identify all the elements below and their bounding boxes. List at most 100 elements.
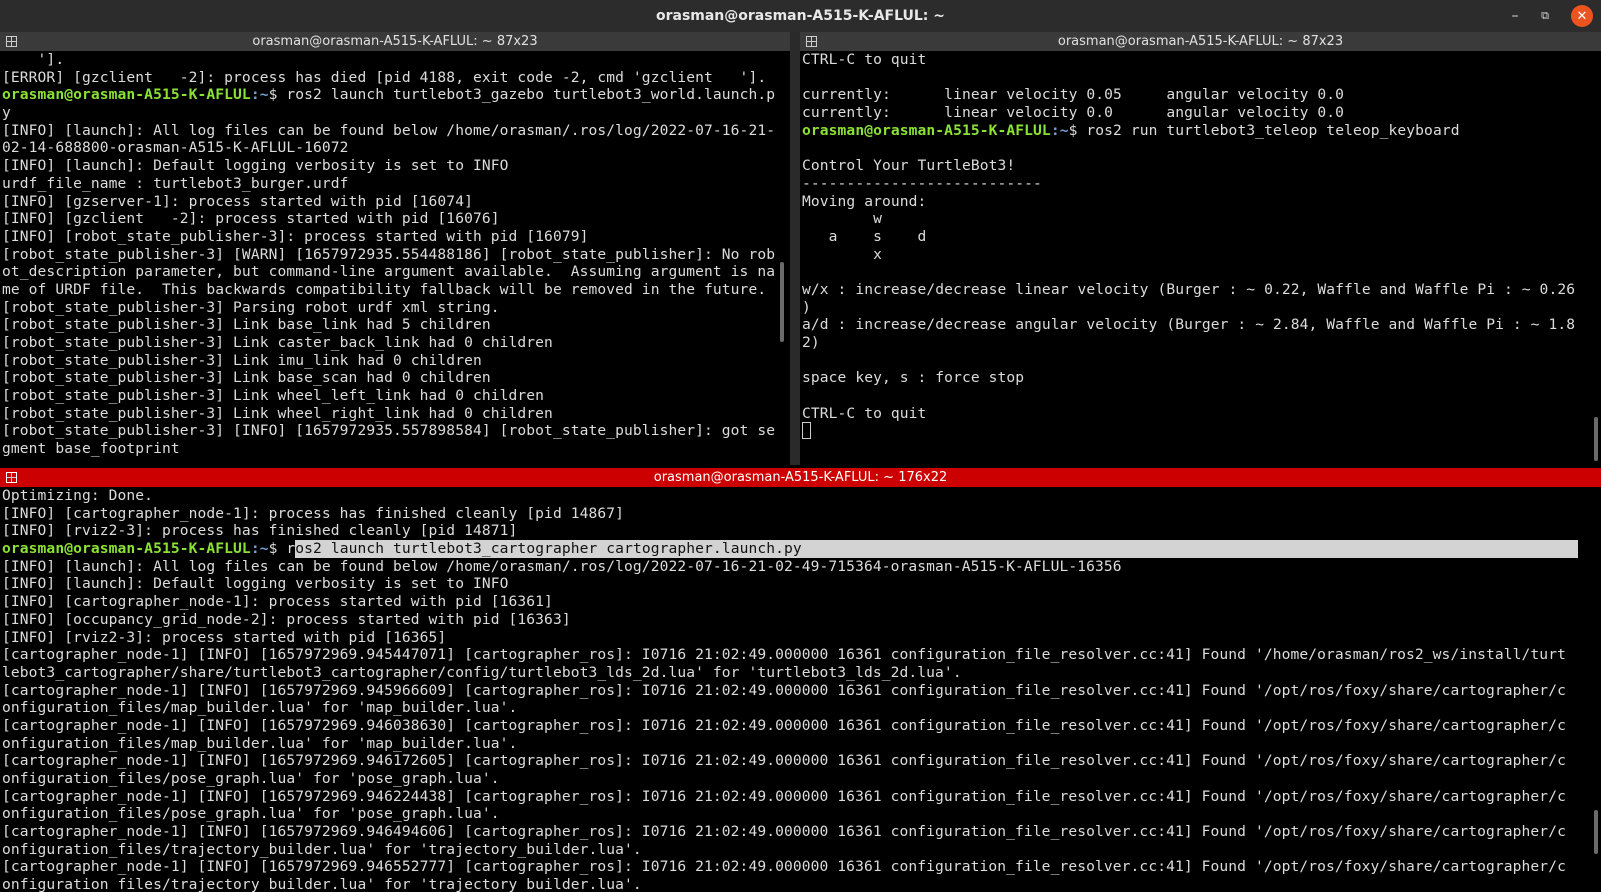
- terminal-line: onfiguration_files/map_builder.lua' for …: [2, 734, 518, 752]
- prompt-command: $ ros2 launch turtlebot3_gazebo turtlebo…: [268, 86, 776, 104]
- minimize-icon[interactable]: –: [1503, 0, 1527, 32]
- terminal-pane-top-right[interactable]: orasman@orasman-A515-K-AFLUL: ~ 87x23 CT…: [800, 32, 1601, 465]
- prompt-user: orasman@orasman-A515-K-AFLUL: [2, 540, 251, 558]
- terminal-line: [cartographer_node-1] [INFO] [1657972969…: [2, 752, 1566, 770]
- pane-titlebar-active[interactable]: orasman@orasman-A515-K-AFLUL: ~ 176x22: [0, 468, 1601, 487]
- split-pane-icon[interactable]: [6, 36, 17, 47]
- terminal-line: a s d: [802, 227, 927, 245]
- terminal-output[interactable]: Optimizing: Done. [INFO] [cartographer_no…: [0, 487, 1601, 892]
- prompt-user: orasman@orasman-A515-K-AFLUL: [802, 121, 1051, 139]
- terminal-line: [INFO] [cartographer_node-1]: process st…: [2, 593, 553, 611]
- terminal-line: onfiguration_files/pose_graph.lua' for '…: [2, 805, 500, 823]
- terminal-line: [INFO] [launch]: All log files can be fo…: [2, 557, 1122, 575]
- scrollbar[interactable]: [1594, 810, 1598, 854]
- pane-divider[interactable]: [790, 32, 800, 465]
- terminal-line: [robot_state_publisher-3] [INFO] [165797…: [2, 422, 776, 440]
- terminal-line: me of URDF file. This backwards compatib…: [2, 280, 767, 298]
- terminal-line: [INFO] [launch]: All log files can be fo…: [2, 121, 776, 139]
- prompt-path: :~: [250, 86, 269, 104]
- terminal-line: w: [802, 210, 882, 228]
- terminal-line: [INFO] [cartographer_node-1]: process ha…: [2, 504, 625, 522]
- prompt-path: :~: [1050, 121, 1069, 139]
- terminal-line: [INFO] [gzserver-1]: process started wit…: [2, 192, 473, 210]
- terminal-line: currently: linear velocity 0.05 angular …: [802, 86, 1345, 104]
- terminal-line: [INFO] [gzclient -2]: process started wi…: [2, 210, 500, 228]
- terminal-prompt-line: orasman@orasman-A515-K-AFLUL:~$ ros2 run…: [802, 122, 1601, 140]
- terminal-line: Optimizing: Done.: [2, 487, 154, 504]
- prompt-user: orasman@orasman-A515-K-AFLUL: [2, 86, 251, 104]
- terminal-line: Moving around:: [802, 192, 927, 210]
- pane-titlebar[interactable]: orasman@orasman-A515-K-AFLUL: ~ 87x23: [800, 32, 1601, 51]
- prompt-path: :~: [250, 540, 269, 558]
- terminal-line: [INFO] [launch]: Default logging verbosi…: [2, 575, 509, 593]
- terminal-line: Control Your TurtleBot3!: [802, 157, 1016, 175]
- terminal-line: [cartographer_node-1] [INFO] [1657972969…: [2, 823, 1566, 841]
- split-pane-icon[interactable]: [806, 36, 817, 47]
- terminal-line: ---------------------------: [802, 174, 1042, 192]
- terminal-line: [cartographer_node-1] [INFO] [1657972969…: [2, 681, 1566, 699]
- terminal-line: CTRL-C to quit: [802, 51, 927, 68]
- selected-text[interactable]: os2 launch turtlebot3_cartographer carto…: [295, 540, 1579, 558]
- window-title: orasman@orasman-A515-K-AFLUL: ~: [655, 8, 946, 24]
- terminal-pane-top-left[interactable]: orasman@orasman-A515-K-AFLUL: ~ 87x23 ']…: [0, 32, 790, 465]
- terminal-line: [cartographer_node-1] [INFO] [1657972969…: [2, 858, 1566, 876]
- scrollbar[interactable]: [780, 262, 784, 342]
- maximize-icon[interactable]: ⧉: [1533, 0, 1557, 32]
- terminal-line: [INFO] [robot_state_publisher-3]: proces…: [2, 227, 589, 245]
- terminal-line: [INFO] [launch]: Default logging verbosi…: [2, 157, 509, 175]
- terminal-line: ot_description parameter, but command-li…: [2, 263, 776, 281]
- terminal-line: onfiguration_files/trajectory_builder.lu…: [2, 840, 642, 858]
- terminal-line: w/x : increase/decrease linear velocity …: [802, 280, 1576, 298]
- prompt-command: $ ros2 run turtlebot3_teleop teleop_keyb…: [1068, 121, 1460, 139]
- terminal-line: [robot_state_publisher-3] Parsing robot …: [2, 298, 500, 316]
- terminal-line: [robot_state_publisher-3] Link wheel_rig…: [2, 404, 553, 422]
- terminal-line: onfiguration_files/map_builder.lua' for …: [2, 699, 518, 717]
- terminal-line: a/d : increase/decrease angular velocity…: [802, 316, 1576, 334]
- terminal-line: [cartographer_node-1] [INFO] [1657972969…: [2, 716, 1566, 734]
- terminal-line: onfiguration_files/pose_graph.lua' for '…: [2, 770, 500, 787]
- close-icon[interactable]: ✕: [1571, 5, 1593, 27]
- terminal-line: [INFO] [occupancy_grid_node-2]: process …: [2, 610, 571, 628]
- terminal-line: currently: linear velocity 0.0 angular v…: [802, 104, 1345, 122]
- terminal-line: [INFO] [rviz2-3]: process started with p…: [2, 628, 447, 646]
- terminal-line: space key, s : force stop: [802, 369, 1025, 387]
- terminal-line: gment base_footprint: [2, 440, 180, 458]
- split-pane-icon[interactable]: [6, 472, 17, 483]
- terminal-pane-bottom[interactable]: orasman@orasman-A515-K-AFLUL: ~ 176x22 O…: [0, 468, 1601, 892]
- window-titlebar: orasman@orasman-A515-K-AFLUL: ~: [0, 0, 1601, 32]
- terminal-line: ): [802, 298, 811, 316]
- terminal-line: [cartographer_node-1] [INFO] [1657972969…: [2, 787, 1566, 805]
- pane-title: orasman@orasman-A515-K-AFLUL: ~ 176x22: [653, 470, 948, 485]
- terminal-cursor-line: [802, 422, 1601, 440]
- terminal-output[interactable]: ']. [ERROR] [gzclient -2]: process has di…: [0, 51, 790, 458]
- terminal-line: urdf_file_name : turtlebot3_burger.urdf: [2, 174, 349, 192]
- prompt-command: $ r: [268, 540, 296, 558]
- terminal-line: [cartographer_node-1] [INFO] [1657972969…: [2, 646, 1566, 664]
- terminal-line: 02-14-688800-orasman-A515-K-AFLUL-16072: [2, 139, 349, 157]
- terminal-line: [robot_state_publisher-3] Link base_link…: [2, 316, 491, 334]
- terminal-line: CTRL-C to quit: [802, 404, 927, 422]
- terminal-line: [robot_state_publisher-3] Link base_scan…: [2, 369, 491, 387]
- pane-titlebar[interactable]: orasman@orasman-A515-K-AFLUL: ~ 87x23: [0, 32, 790, 51]
- terminal-line: '].: [2, 51, 65, 68]
- terminal-prompt-line: orasman@orasman-A515-K-AFLUL:~$ ros2 lau…: [2, 86, 790, 104]
- pane-title: orasman@orasman-A515-K-AFLUL: ~ 87x23: [1057, 34, 1344, 49]
- terminal-line: [robot_state_publisher-3] Link wheel_lef…: [2, 387, 545, 405]
- scrollbar[interactable]: [1594, 417, 1598, 461]
- terminal-output[interactable]: CTRL-C to quit currently: linear velocity…: [800, 51, 1601, 440]
- terminal-line: [robot_state_publisher-3] [WARN] [165797…: [2, 245, 776, 263]
- terminal-prompt-line: orasman@orasman-A515-K-AFLUL:~$ ros2 lau…: [2, 540, 1601, 558]
- terminal-line: [robot_state_publisher-3] Link caster_ba…: [2, 334, 553, 351]
- terminal-line: [ERROR] [gzclient -2]: process has died …: [2, 68, 767, 86]
- terminal-line: [INFO] [rviz2-3]: process has finished c…: [2, 522, 518, 540]
- pane-title: orasman@orasman-A515-K-AFLUL: ~ 87x23: [252, 34, 538, 49]
- terminal-line: y: [2, 104, 11, 122]
- terminal-line: onfiguration_files/trajectory_builder.lu…: [2, 876, 642, 892]
- terminal-line: x: [802, 245, 882, 263]
- text-cursor: [802, 422, 811, 440]
